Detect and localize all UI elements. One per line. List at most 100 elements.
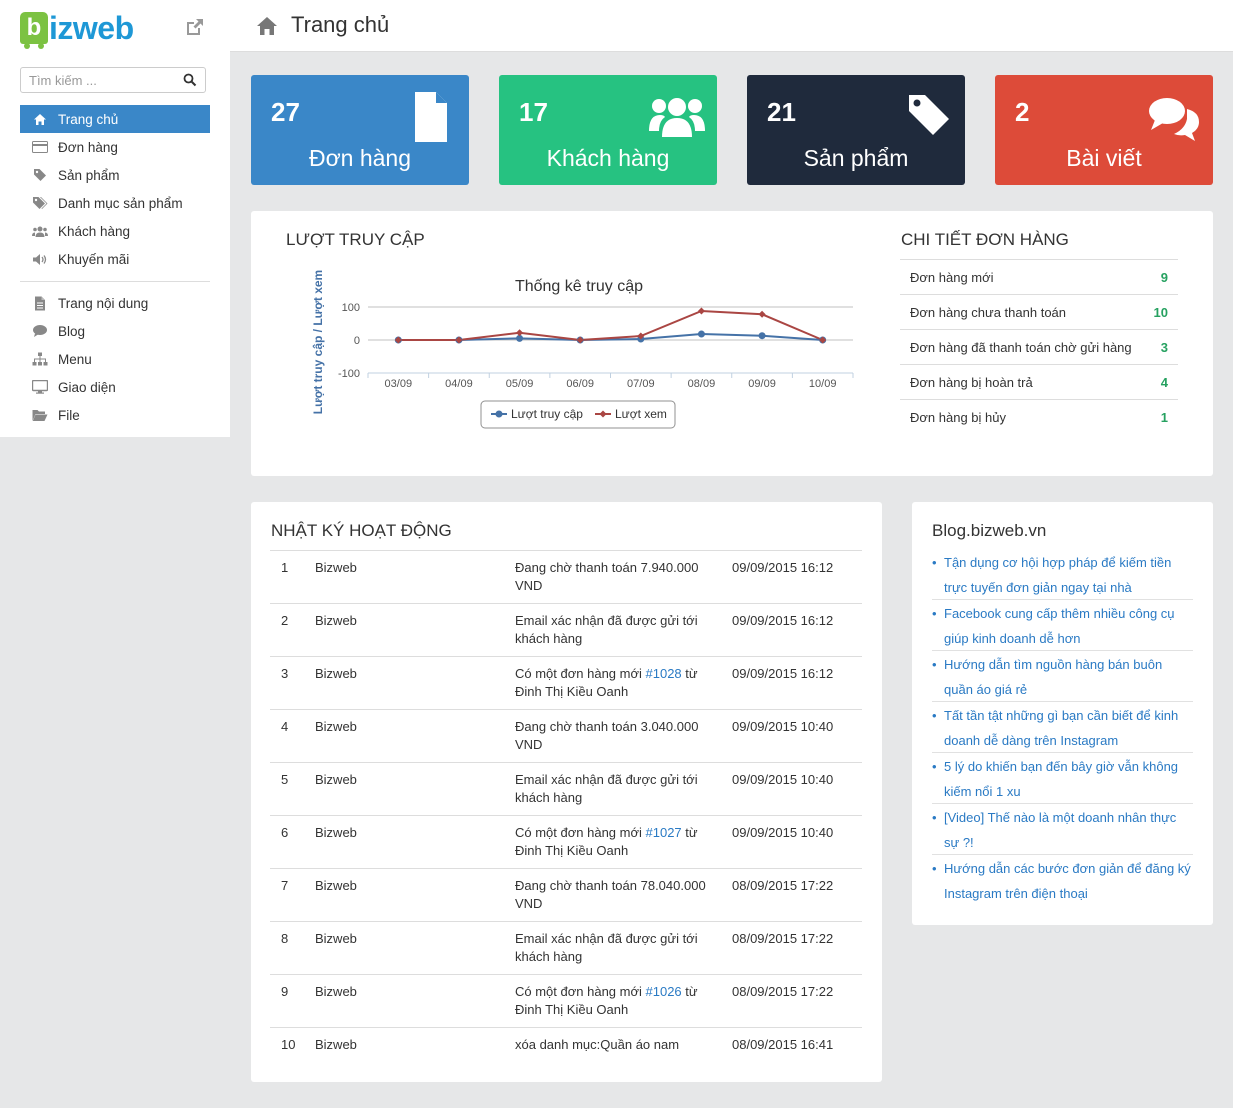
blog-link[interactable]: [Video] Thế nào là một doanh nhân thực s… — [932, 804, 1193, 855]
bizweb-logo[interactable]: b izweb — [20, 8, 134, 49]
row-description: Có một đơn hàng mới #1026 từ Đinh Thị Ki… — [515, 983, 715, 1019]
row-user: Bizweb — [315, 560, 357, 575]
sidebar-item-customers[interactable]: Khách hàng — [20, 217, 210, 245]
sidebar-item-orders[interactable]: Đơn hàng — [20, 133, 210, 161]
order-detail-row[interactable]: Đơn hàng mới 9 — [900, 259, 1178, 294]
sidebar-item-file[interactable]: File — [20, 401, 210, 429]
logo-mark: b — [20, 12, 48, 49]
order-detail-row[interactable]: Đơn hàng chưa thanh toán 10 — [900, 294, 1178, 329]
row-user: Bizweb — [315, 613, 357, 628]
table-row: 1 Bizweb Đang chờ thanh toán 7.940.000 VND… — [270, 550, 862, 603]
legend-label[interactable]: Lượt truy cập — [511, 407, 583, 421]
sidebar-item-promotions[interactable]: Khuyến mãi — [20, 245, 210, 273]
row-number: 3 — [281, 666, 289, 681]
credit-card-icon — [32, 139, 48, 155]
row-description: Email xác nhận đã được gửi tới khách hàn… — [515, 771, 715, 807]
data-point[interactable] — [697, 330, 705, 338]
order-detail-row[interactable]: Đơn hàng bị hủy 1 — [900, 399, 1178, 434]
stat-card-orders[interactable]: 27 Đơn hàng — [251, 75, 469, 185]
stat-card-products[interactable]: 21 Sản phẩm — [747, 75, 965, 185]
blog-link[interactable]: Tận dụng cơ hội hợp pháp để kiếm tiền tr… — [932, 549, 1193, 600]
order-link[interactable]: #1026 — [646, 984, 682, 999]
y-tick-label: 100 — [342, 302, 360, 314]
data-point[interactable] — [516, 329, 524, 337]
row-description: Email xác nhận đã được gửi tới khách hàn… — [515, 930, 715, 966]
row-number: 1 — [281, 560, 289, 575]
row-description: Có một đơn hàng mới #1028 từ Đinh Thị Ki… — [515, 665, 715, 701]
description-text: Đang chờ thanh toán 3.040.000 VND — [515, 719, 699, 752]
sidebar-item-themes[interactable]: Giao diện — [20, 373, 210, 401]
row-user: Bizweb — [315, 666, 357, 681]
sidebar-item-blog[interactable]: Blog — [20, 317, 210, 345]
order-link[interactable]: #1027 — [646, 825, 682, 840]
home-icon — [257, 17, 277, 35]
description-text: Email xác nhận đã được gửi tới khách hàn… — [515, 613, 698, 646]
sidebar-item-label: Giao diện — [58, 379, 116, 395]
blog-panel-title: Blog.bizweb.vn — [932, 521, 1047, 540]
description-text: Đang chờ thanh toán 78.040.000 VND — [515, 878, 706, 911]
search-icon[interactable] — [183, 73, 197, 87]
blog-link[interactable]: Facebook cung cấp thêm nhiều công cụ giú… — [932, 600, 1193, 651]
table-row: 8 Bizweb Email xác nhận đã được gửi tới kh… — [270, 921, 862, 974]
chart-y-axis-label: Lượt truy cập / Lượt xem — [311, 270, 325, 414]
legend-marker — [495, 410, 503, 418]
stat-label: Sản phẩm — [803, 145, 909, 171]
order-detail-row[interactable]: Đơn hàng đã thanh toán chờ gửi hàng 3 — [900, 329, 1178, 364]
data-point[interactable] — [758, 332, 766, 340]
stat-value: 21 — [767, 97, 796, 127]
blog-link[interactable]: 5 lý do khiến bạn đến bây giờ vẫn không … — [932, 753, 1193, 804]
row-number: 4 — [281, 719, 289, 734]
stat-card-posts[interactable]: 2 Bài viết — [995, 75, 1213, 185]
order-link[interactable]: #1028 — [646, 666, 682, 681]
external-link-icon[interactable] — [184, 16, 206, 38]
sidebar-item-label: Menu — [58, 351, 92, 367]
visits-panel-title: LƯỢT TRUY CẬP — [286, 230, 425, 249]
sitemap-icon — [32, 351, 48, 367]
x-tick-label: 03/09 — [385, 378, 413, 390]
row-user: Bizweb — [315, 825, 357, 840]
sidebar-item-categories[interactable]: Danh mục sản phẩm — [20, 189, 210, 217]
row-description: Đang chờ thanh toán 78.040.000 VND — [515, 877, 715, 913]
stat-value: 17 — [519, 97, 548, 127]
row-time: 09/09/2015 16:12 — [732, 560, 834, 575]
legend-label[interactable]: Lượt xem — [615, 407, 667, 421]
row-user: Bizweb — [315, 719, 357, 734]
logo-text: izweb — [49, 9, 134, 46]
blog-list: Tận dụng cơ hội hợp pháp để kiếm tiền tr… — [932, 549, 1193, 906]
row-description: Có một đơn hàng mới #1027 từ Đinh Thị Ki… — [515, 824, 715, 860]
sidebar-item-label: Sản phẩm — [58, 167, 120, 183]
x-tick-label: 05/09 — [506, 378, 534, 390]
x-tick-label: 07/09 — [627, 378, 655, 390]
row-user: Bizweb — [315, 878, 357, 893]
order-detail-count: 9 — [1160, 269, 1168, 285]
data-point[interactable] — [758, 310, 766, 318]
search-input[interactable] — [21, 68, 171, 92]
order-detail-count: 10 — [1153, 304, 1168, 320]
table-row: 3 Bizweb Có một đơn hàng mới #1028 từ Đinh… — [270, 656, 862, 709]
blog-link[interactable]: Tất tần tật những gì bạn cần biết để kin… — [932, 702, 1193, 753]
sidebar-item-products[interactable]: Sản phẩm — [20, 161, 210, 189]
activity-log-table: 1 Bizweb Đang chờ thanh toán 7.940.000 VND… — [270, 550, 862, 1080]
sidebar-item-pages[interactable]: Trang nội dung — [20, 289, 210, 317]
folder-open-icon — [32, 407, 48, 423]
x-tick-label: 08/09 — [688, 378, 716, 390]
activity-log-title: NHẬT KÝ HOẠT ĐỘNG — [271, 521, 452, 540]
data-point[interactable] — [697, 307, 705, 315]
order-detail-row[interactable]: Đơn hàng bị hoàn trả 4 — [900, 364, 1178, 399]
stat-card-customers[interactable]: 17 Khách hàng — [499, 75, 717, 185]
stat-label: Bài viết — [1066, 145, 1142, 171]
sidebar-item-label: File — [58, 407, 80, 423]
sidebar-item-home[interactable]: Trang chủ — [20, 105, 210, 133]
y-tick-label: 0 — [354, 335, 360, 347]
users-icon — [649, 98, 705, 137]
blog-link[interactable]: Hướng dẫn tìm nguồn hàng bán buôn quần á… — [932, 651, 1193, 702]
blog-link[interactable]: Hướng dẫn các bước đơn giản để đăng ký I… — [932, 855, 1193, 906]
logo-row: b izweb — [20, 8, 210, 50]
users-icon — [32, 223, 48, 239]
stat-value: 27 — [271, 97, 300, 127]
order-detail-label: Đơn hàng bị hoàn trả — [910, 374, 1033, 390]
sidebar-nav-main: Trang chủ Đơn hàng Sản phẩm Danh mục sản… — [20, 105, 210, 273]
table-row: 7 Bizweb Đang chờ thanh toán 78.040.000 VN… — [270, 868, 862, 921]
sidebar-item-menu[interactable]: Menu — [20, 345, 210, 373]
chart-title: Thống kê truy cập — [515, 278, 643, 295]
